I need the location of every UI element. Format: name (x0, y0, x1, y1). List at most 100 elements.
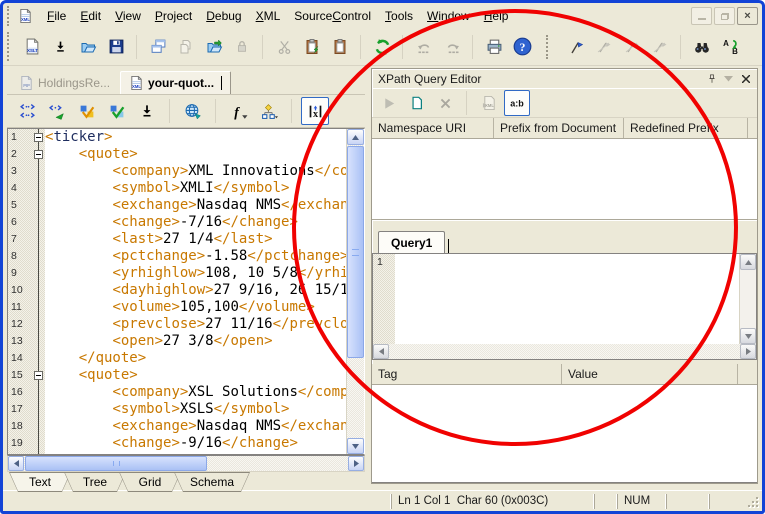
code-line[interactable]: 2 <quote> (8, 146, 364, 163)
code-line[interactable]: 6 <change>-7/16</change> (8, 214, 364, 231)
menu-edit[interactable]: Edit (73, 7, 108, 25)
scroll-down-button[interactable] (347, 438, 364, 454)
namespace-column-header[interactable]: Namespace URI (372, 118, 494, 138)
document-tab-2[interactable]: XMLyour-quot... (120, 71, 231, 94)
result-grid-body[interactable] (372, 385, 757, 483)
scroll-up-button[interactable] (347, 129, 364, 145)
menu-file[interactable]: File (40, 7, 73, 25)
toolbar-drag-handle[interactable] (546, 35, 557, 59)
editor-horizontal-scrollbar[interactable] (7, 455, 365, 472)
code-line[interactable]: 3 <company>XML Innovations</company> (8, 163, 364, 180)
paste-button[interactable] (326, 33, 354, 61)
paste-append-button[interactable] (298, 33, 326, 61)
menu-help[interactable]: Help (477, 7, 516, 25)
toolbar-drag-handle[interactable] (7, 32, 14, 62)
document-tab-1[interactable]: PIPHoldingsRe... (11, 72, 118, 94)
save-as-button[interactable] (133, 97, 161, 125)
toggle-bookmark-button[interactable] (562, 33, 590, 61)
open-file-button[interactable] (74, 33, 102, 61)
view-tab-schema[interactable]: Schema (174, 472, 250, 492)
validate-schema-button[interactable] (103, 97, 131, 125)
code-line[interactable]: 7 <last>27 1/4</last> (8, 231, 364, 248)
result-column-header[interactable]: Tag (372, 364, 562, 384)
close-button[interactable]: × (737, 7, 758, 25)
namespace-grid-body[interactable] (372, 139, 757, 220)
vertical-scroll-thumb[interactable] (347, 146, 364, 358)
code-line[interactable]: 1<ticker> (8, 129, 364, 146)
code-line[interactable]: 18 <exchange>Nasdaq NMS</exchange> (8, 418, 364, 435)
result-column-header[interactable]: Value (562, 364, 738, 384)
horizontal-scroll-thumb[interactable] (25, 456, 207, 471)
preview-in-browser-button[interactable] (179, 97, 207, 125)
menu-project[interactable]: Project (148, 7, 199, 25)
view-tab-text[interactable]: Text (9, 472, 71, 492)
toolbar-separator (262, 35, 270, 59)
new-window-button[interactable] (144, 33, 172, 61)
query-editor[interactable]: 1 (372, 253, 757, 344)
code-line[interactable]: 19 <change>-9/16</change> (8, 435, 364, 452)
code-line[interactable]: 10 <dayhighlow>27 9/16, 26 15/16</dayhig… (8, 282, 364, 299)
code-line[interactable]: 15 <quote> (8, 367, 364, 384)
code-line[interactable]: 5 <exchange>Nasdaq NMS</exchange> (8, 197, 364, 214)
menu-debug[interactable]: Debug (199, 7, 248, 25)
panel-close-icon[interactable] (738, 72, 753, 86)
code-line[interactable]: 9 <yrhighlow>108, 10 5/8</yrhighlow> (8, 265, 364, 282)
query-horizontal-scrollbar[interactable] (372, 344, 757, 360)
find-button[interactable] (688, 33, 716, 61)
xml-text-editor[interactable]: 1<ticker>2 <quote>3 <company>XML Innovat… (7, 128, 365, 455)
view-tab-grid[interactable]: Grid (119, 472, 181, 492)
namespace-prefix-mapping-button[interactable]: a:b (504, 90, 530, 116)
code-line[interactable]: 12 <prevclose>27 11/16</prevclose> (8, 316, 364, 333)
query-tab[interactable]: Query1 (378, 231, 445, 253)
code-line[interactable]: 17 <symbol>XSLS</symbol> (8, 401, 364, 418)
panel-title-bar[interactable]: XPath Query Editor (372, 69, 757, 88)
validate-document-button[interactable] (73, 97, 101, 125)
menu-sourcecontrol[interactable]: SourceControl (287, 7, 378, 25)
menu-tools[interactable]: Tools (378, 7, 420, 25)
query-scroll-left-button[interactable] (373, 344, 389, 359)
insert-function-button[interactable]: f (225, 97, 253, 125)
code-line[interactable]: 11 <volume>105,100</volume> (8, 299, 364, 316)
help-button[interactable]: ? (508, 33, 536, 61)
code-line[interactable]: 4 <symbol>XMLI</symbol> (8, 180, 364, 197)
chevron-down-icon[interactable] (721, 72, 736, 86)
fold-column[interactable] (32, 146, 45, 163)
namespace-column-header[interactable]: Redefined Prefix (624, 118, 748, 138)
pin-icon[interactable] (704, 72, 719, 86)
menu-view[interactable]: View (108, 7, 148, 25)
menubar-drag-handle[interactable] (7, 6, 14, 25)
code-line[interactable]: 8 <pctchange>-1.58</pctchange> (8, 248, 364, 265)
check-well-formed-button[interactable] (43, 97, 71, 125)
new-document-dropdown-button[interactable] (46, 33, 74, 61)
menu-window[interactable]: Window (420, 7, 477, 25)
code-line[interactable]: 13 <open>27 3/8</open> (8, 333, 364, 350)
scroll-left-button[interactable] (8, 456, 24, 471)
query-scroll-up-button[interactable] (740, 254, 756, 270)
print-button[interactable] (480, 33, 508, 61)
view-tab-tree[interactable]: Tree (64, 472, 126, 492)
query-scroll-down-button[interactable] (740, 328, 756, 344)
open-project-button[interactable] (200, 33, 228, 61)
code-line[interactable]: 16 <company>XSL Solutions</company> (8, 384, 364, 401)
xpath-query-editor-toggle-button[interactable]: x (301, 97, 329, 125)
save-file-button[interactable] (102, 33, 130, 61)
format-indent-xml-button[interactable] (13, 97, 41, 125)
find-replace-button[interactable]: AB (716, 33, 744, 61)
query-scroll-right-button[interactable] (740, 344, 756, 359)
new-query-button[interactable] (404, 90, 430, 116)
namespace-column-header[interactable]: Prefix from Document (494, 118, 624, 138)
fold-column[interactable] (32, 129, 45, 146)
fold-column[interactable] (32, 367, 45, 384)
code-line[interactable]: 14 </quote> (8, 350, 364, 367)
collapse-toggle-icon[interactable] (34, 371, 43, 380)
collapse-toggle-icon[interactable] (34, 133, 43, 142)
editor-vertical-scrollbar[interactable] (346, 129, 364, 454)
refresh-button[interactable] (368, 33, 396, 61)
scroll-right-button[interactable] (348, 456, 364, 471)
collapse-toggle-icon[interactable] (34, 150, 43, 159)
new-xslt-document-button[interactable]: XSLT (18, 33, 46, 61)
query-vertical-scrollbar[interactable] (739, 254, 756, 344)
menu-xml[interactable]: XML (249, 7, 288, 25)
resize-grip[interactable] (746, 495, 759, 508)
schema-diagram-button[interactable] (255, 97, 283, 125)
